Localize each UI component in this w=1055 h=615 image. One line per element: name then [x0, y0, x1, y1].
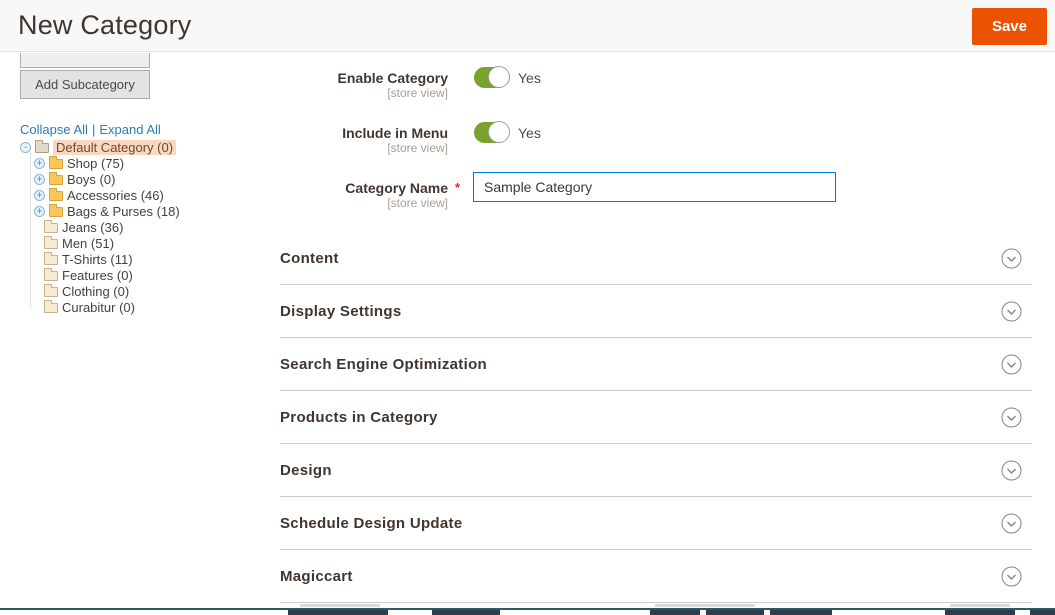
folder-icon	[49, 191, 63, 201]
tree-item-shop[interactable]: + Shop (75)	[20, 155, 265, 171]
chevron-down-icon[interactable]	[1001, 513, 1022, 534]
section-products-in-category[interactable]: Products in Category	[280, 391, 1032, 444]
folder-icon	[49, 175, 63, 185]
folder-icon	[49, 159, 63, 169]
tree-item-clothing[interactable]: Clothing (0)	[20, 283, 265, 299]
include-in-menu-value: Yes	[518, 125, 541, 141]
section-content[interactable]: Content	[280, 232, 1032, 285]
folder-icon	[44, 303, 58, 313]
enable-category-scope: [store view]	[280, 86, 448, 100]
category-name-input[interactable]	[473, 172, 836, 202]
collapse-all-link[interactable]: Collapse All	[20, 122, 88, 137]
plus-icon[interactable]: +	[34, 190, 45, 201]
folder-icon	[44, 239, 58, 249]
partial-row-fragment	[1030, 610, 1055, 615]
partial-row-fragment	[706, 610, 764, 615]
tree-item-men[interactable]: Men (51)	[20, 235, 265, 251]
tree-item-t-shirts[interactable]: T-Shirts (11)	[20, 251, 265, 267]
page-title: New Category	[18, 10, 191, 41]
add-subcategory-button[interactable]: Add Subcategory	[20, 70, 150, 99]
partial-row-fragment	[288, 610, 388, 615]
plus-icon[interactable]: +	[34, 158, 45, 169]
folder-icon	[49, 207, 63, 217]
partial-row-ghost	[300, 604, 380, 607]
include-in-menu-scope: [store view]	[280, 141, 448, 155]
required-asterisk: *	[455, 180, 460, 195]
partial-row-fragment	[650, 610, 700, 615]
link-separator: |	[92, 122, 95, 137]
tree-toolbar: Collapse All | Expand All	[20, 122, 161, 137]
folder-icon	[35, 143, 49, 153]
partial-row-ghost	[655, 604, 755, 607]
toggle-knob	[488, 66, 510, 88]
category-name-label: Category Name	[280, 180, 448, 196]
page-header: New Category Save	[0, 0, 1055, 52]
partial-row-fragment	[945, 610, 1015, 615]
save-button[interactable]: Save	[972, 8, 1047, 45]
chevron-down-icon[interactable]	[1001, 460, 1022, 481]
partial-row-fragment	[770, 610, 832, 615]
toggle-knob	[488, 121, 510, 143]
section-search-engine-optimization[interactable]: Search Engine Optimization	[280, 338, 1032, 391]
section-design[interactable]: Design	[280, 444, 1032, 497]
chevron-down-icon[interactable]	[1001, 248, 1022, 269]
enable-category-label: Enable Category	[280, 70, 448, 86]
partial-scrolled-button[interactable]	[20, 53, 150, 68]
tree-item-jeans[interactable]: Jeans (36)	[20, 219, 265, 235]
chevron-down-icon[interactable]	[1001, 407, 1022, 428]
folder-icon	[44, 255, 58, 265]
category-tree: - Default Category (0) + Shop (75) + Boy…	[20, 139, 265, 315]
tree-item-curabitur[interactable]: Curabitur (0)	[20, 299, 265, 315]
folder-icon	[44, 287, 58, 297]
minus-icon[interactable]: -	[20, 142, 31, 153]
partial-row-border	[0, 608, 1055, 610]
enable-category-toggle[interactable]	[474, 67, 509, 88]
tree-item-default-category[interactable]: - Default Category (0)	[20, 139, 265, 155]
plus-icon[interactable]: +	[34, 206, 45, 217]
folder-icon	[44, 271, 58, 281]
section-magiccart[interactable]: Magiccart	[280, 550, 1032, 603]
include-in-menu-label: Include in Menu	[280, 125, 448, 141]
plus-icon[interactable]: +	[34, 174, 45, 185]
chevron-down-icon[interactable]	[1001, 301, 1022, 322]
chevron-down-icon[interactable]	[1001, 354, 1022, 375]
section-schedule-design-update[interactable]: Schedule Design Update	[280, 497, 1032, 550]
accordion-sections: Content Display Settings Search Engine O…	[280, 232, 1032, 603]
category-name-scope: [store view]	[280, 196, 448, 210]
tree-item-bags-purses[interactable]: + Bags & Purses (18)	[20, 203, 265, 219]
folder-icon	[44, 223, 58, 233]
include-in-menu-toggle[interactable]	[474, 122, 509, 143]
chevron-down-icon[interactable]	[1001, 566, 1022, 587]
tree-item-accessories[interactable]: + Accessories (46)	[20, 187, 265, 203]
enable-category-value: Yes	[518, 70, 541, 86]
partial-row-fragment	[432, 610, 500, 615]
expand-all-link[interactable]: Expand All	[99, 122, 160, 137]
partial-row-ghost	[950, 604, 1010, 607]
section-display-settings[interactable]: Display Settings	[280, 285, 1032, 338]
tree-item-boys[interactable]: + Boys (0)	[20, 171, 265, 187]
tree-item-features[interactable]: Features (0)	[20, 267, 265, 283]
bottom-partial-row	[0, 608, 1055, 615]
